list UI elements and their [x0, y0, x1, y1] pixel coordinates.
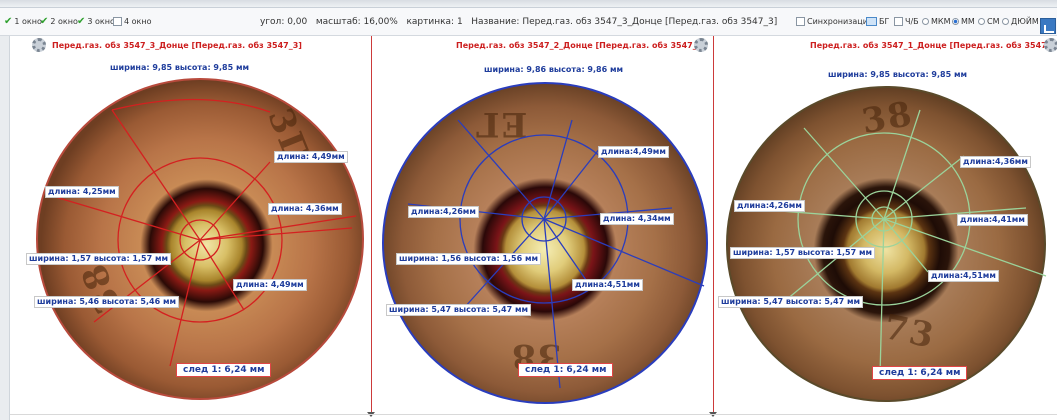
check-icon: ✔: [77, 16, 86, 27]
measure-label: ширина: 1,57 высота: 1,57 мм: [730, 247, 876, 259]
measure-label: длина: 4,25мм: [45, 186, 119, 198]
radio-icon: [1002, 18, 1009, 25]
measure-label: ширина: 5,46 высота: 5,46 мм: [34, 296, 180, 308]
background-icon: [866, 17, 877, 26]
check-icon: ✔: [40, 16, 49, 27]
window-2-toggle[interactable]: ✔ 2 окно: [40, 16, 78, 27]
check-icon: ✔: [4, 16, 13, 27]
radio-icon: [922, 18, 929, 25]
measurement-overlay: [741, 109, 1047, 377]
measure-lines: [51, 98, 357, 367]
toolbar: ✔ 1 окно ✔ 2 окно ✔ 3 окно 4 окно угол: …: [0, 8, 1057, 36]
measure-lines: [741, 109, 1047, 377]
measure-label: ширина: 5,47 высота: 5,47 мм: [386, 304, 532, 316]
checkbox-icon: [113, 17, 122, 26]
angle-readout: угол: 0,00: [260, 17, 308, 27]
picture-readout: картинка: 1: [406, 17, 463, 27]
window-top-strip: [0, 0, 1057, 8]
scale-readout: масштаб: 16,00%: [315, 17, 398, 27]
comparison-panel-3[interactable]: Перед.газ. обз 3547_1_Донце [Перед.газ. …: [714, 36, 1057, 420]
radio-selected-icon: [952, 18, 959, 25]
trace-label[interactable]: след 1: 6,24 мм: [518, 363, 614, 377]
unit-mm-radio[interactable]: ММ: [952, 17, 975, 26]
export-image-button[interactable]: [1040, 18, 1056, 34]
radio-icon: [978, 18, 985, 25]
measure-label: длина:4,26мм: [734, 200, 805, 212]
measure-label: ширина: 1,57 высота: 1,57 мм: [26, 253, 172, 265]
measure-label: длина:4,26мм: [408, 206, 479, 218]
checkbox-icon: [894, 17, 903, 26]
bottom-border: [10, 414, 1057, 415]
measure-label: длина:4,49мм: [598, 146, 669, 158]
trace-label[interactable]: след 1: 6,24 мм: [872, 366, 968, 380]
sync-checkbox[interactable]: Синхронизация: [796, 17, 873, 26]
measure-label: длина:4,36мм: [960, 156, 1031, 168]
bg-toggle[interactable]: БГ: [866, 17, 889, 26]
status-readout: угол: 0,00 масштаб: 16,00% картинка: 1 Н…: [260, 17, 777, 27]
bw-checkbox[interactable]: Ч/Б: [894, 17, 919, 26]
measure-label: длина: 4,49мм: [274, 151, 348, 163]
measure-label: ширина: 1,56 высота: 1,56 мм: [396, 253, 542, 265]
measure-label: длина: 4,49мм: [233, 279, 307, 291]
unit-inch-radio[interactable]: ДЮЙМ: [1002, 17, 1039, 26]
window-1-toggle[interactable]: ✔ 1 окно: [4, 16, 42, 27]
window-3-toggle[interactable]: ✔ 3 окно: [77, 16, 115, 27]
left-edge-bar: [0, 36, 10, 420]
trace-label[interactable]: след 1: 6,24 мм: [176, 363, 272, 377]
measure-label: длина: 4,34мм: [600, 213, 674, 225]
checkbox-icon: [796, 17, 805, 26]
measure-label: длина: 4,36мм: [268, 203, 342, 215]
window-4-toggle[interactable]: 4 окно: [113, 17, 151, 26]
measure-label: длина:4,41мм: [957, 214, 1028, 226]
measure-label: длина:4,51мм: [572, 279, 643, 291]
comparison-panel-2[interactable]: Перед.газ. обз 3547_2_Донце [Перед.газ. …: [372, 36, 712, 420]
unit-mkm-radio[interactable]: МКМ: [922, 17, 950, 26]
measure-label: длина:4,51мм: [928, 270, 999, 282]
measure-label: ширина: 5,47 высота: 5,47 мм: [718, 296, 864, 308]
name-readout: Название: Перед.газ. обз 3547_3_Донце [П…: [471, 17, 778, 27]
unit-cm-radio[interactable]: СМ: [978, 17, 1000, 26]
comparison-panel-1[interactable]: Перед.газ. обз 3547_3_Донце [Перед.газ. …: [12, 36, 370, 420]
